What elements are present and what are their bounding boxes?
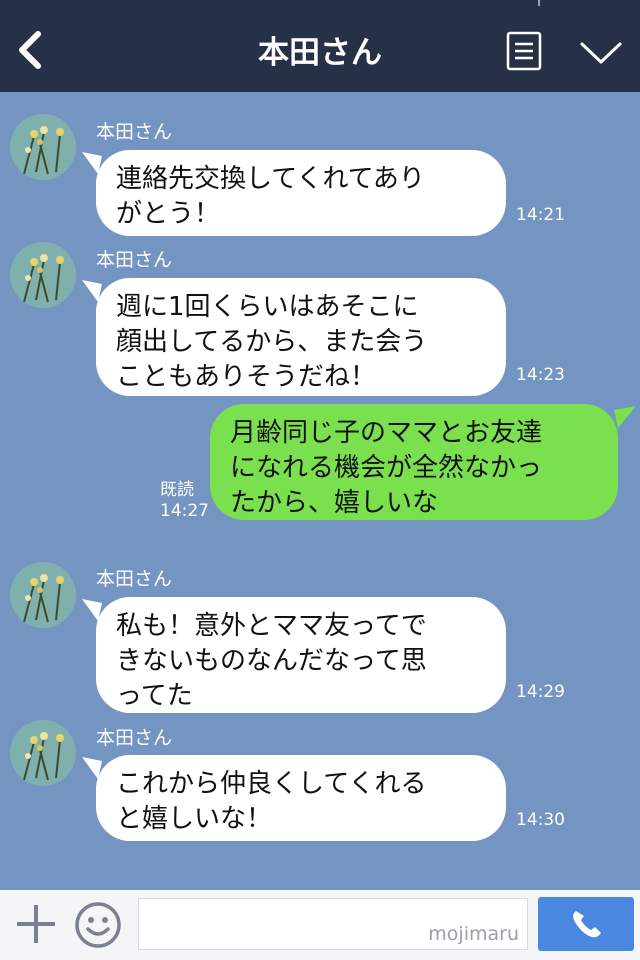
call-button[interactable] <box>538 897 634 951</box>
message-time: 14:23 <box>516 365 565 385</box>
emoji-button[interactable] <box>74 901 122 949</box>
message-line: と嬉しいな！ <box>116 804 273 834</box>
avatar[interactable] <box>10 114 76 180</box>
flower-avatar-icon <box>10 720 76 786</box>
phone-icon <box>573 911 601 938</box>
message-line: 月齢同じ子のママとお友達 <box>230 418 543 448</box>
message-bubble[interactable]: 連絡先交換してくれてあり がとう！ <box>82 150 506 236</box>
sender-name: 本田さん <box>96 568 173 590</box>
message-line: 週に1回くらいはあそこに <box>116 292 419 322</box>
message-time: 14:27 <box>160 501 209 521</box>
watermark: mojimaru <box>428 923 519 945</box>
menu-button[interactable] <box>506 31 542 71</box>
message-line: たから、嬉しいな <box>230 488 439 518</box>
message-line: こともありそうだね！ <box>116 362 377 392</box>
sender-name: 本田さん <box>96 249 173 271</box>
avatar[interactable] <box>10 562 76 628</box>
message-line: これから仲良くしてくれる <box>116 769 427 799</box>
message-line: 顔出してるから、また会う <box>116 327 428 357</box>
message-time: 14:29 <box>516 682 565 702</box>
flower-avatar-icon <box>10 242 76 308</box>
input-bar: mojimaru <box>0 890 640 960</box>
flower-avatar-icon <box>10 114 76 180</box>
sender-name: 本田さん <box>96 121 173 143</box>
chevron-down-icon <box>580 42 622 64</box>
collapse-button[interactable] <box>578 38 624 68</box>
avatar[interactable] <box>10 242 76 308</box>
message-input[interactable]: mojimaru <box>138 898 528 950</box>
read-label: 既読 <box>160 480 194 500</box>
plus-icon <box>17 905 55 943</box>
message-bubble[interactable]: 週に1回くらいはあそこに 顔出してるから、また会う こともありそうだね！ <box>82 278 506 396</box>
message-line: になれる機会が全然なかっ <box>230 453 543 483</box>
avatar[interactable] <box>10 720 76 786</box>
sender-name: 本田さん <box>96 727 173 749</box>
smiley-icon <box>75 902 121 948</box>
message-line: 連絡先交換してくれてあり <box>116 164 425 194</box>
message-line: 私も！意外とママ友ってで <box>116 611 427 641</box>
status-mark <box>538 0 540 6</box>
flower-avatar-icon <box>10 562 76 628</box>
menu-list-icon <box>506 31 542 71</box>
message-bubble[interactable]: これから仲良くしてくれる と嬉しいな！ <box>82 755 506 841</box>
chat-title: 本田さん <box>258 35 382 71</box>
message-line: きないものなんだなって思 <box>116 646 427 676</box>
chat-header: 本田さん <box>0 0 640 92</box>
message-line: がとう！ <box>116 199 221 229</box>
message-time: 14:21 <box>516 205 565 225</box>
my-message-bubble[interactable]: 月齢同じ子のママとお友達 になれる機会が全然なかっ たから、嬉しいな <box>210 404 636 520</box>
message-line: ってた <box>116 681 193 711</box>
read-receipt: 既読 14:27 <box>160 480 209 522</box>
add-button[interactable] <box>14 902 58 946</box>
message-bubble[interactable]: 私も！意外とママ友ってで きないものなんだなって思 ってた <box>82 597 506 713</box>
message-time: 14:30 <box>516 810 565 830</box>
